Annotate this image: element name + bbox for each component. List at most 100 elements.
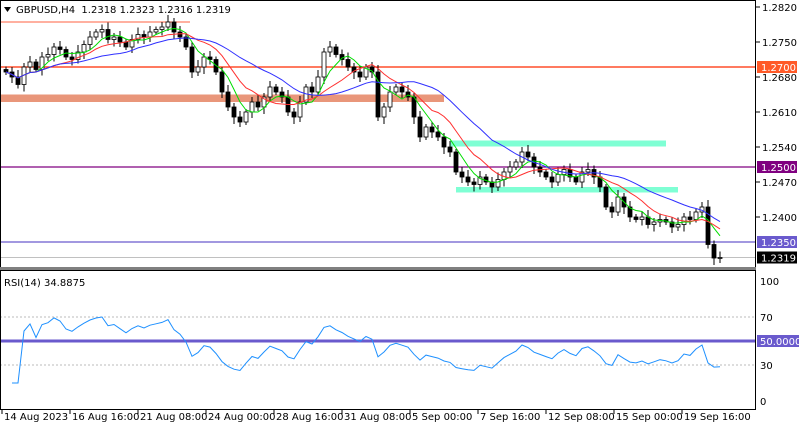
bull-candle — [45, 54, 51, 58]
bear-candle — [57, 46, 63, 50]
bear-candle — [171, 21, 177, 33]
time-tick-label: 24 Aug 00:00 — [208, 412, 275, 423]
bear-candle — [225, 91, 231, 108]
price-tick-label: 1.2470 — [762, 178, 797, 189]
bear-candle — [633, 216, 639, 220]
bull-candle — [675, 224, 681, 228]
dropdown-triangle-icon[interactable] — [4, 7, 11, 12]
time-tick-label: 19 Sep 16:00 — [684, 412, 751, 423]
bull-candle — [555, 174, 561, 183]
bull-candle — [93, 31, 99, 38]
support-resistance-zone-2 — [456, 187, 678, 193]
price-tick-label: 1.2680 — [762, 73, 797, 84]
bear-candle — [441, 136, 447, 148]
bear-candle — [603, 186, 609, 208]
bull-candle — [81, 44, 87, 53]
bull-candle — [153, 29, 159, 33]
bull-candle — [495, 179, 501, 188]
time-tick-label: 5 Sep 00:00 — [412, 412, 472, 423]
chart-canvas[interactable]: 1.2820 1.2750 1.2680 1.2610 1.2540 1.2470 1.24… — [0, 0, 800, 426]
moving-average-5 — [5, 27, 721, 237]
bear-candle — [255, 101, 261, 108]
price-tick-label: 1.2540 — [762, 143, 797, 154]
bull-candle — [267, 86, 273, 98]
bull-candle — [315, 76, 321, 93]
time-tick-label: 16 Aug 16:00 — [72, 412, 139, 423]
bear-candle — [141, 34, 147, 38]
bull-candle — [585, 169, 591, 173]
time-tick-label: 15 Sep 00:00 — [616, 412, 683, 423]
bear-candle — [117, 36, 123, 43]
bear-candle — [309, 86, 315, 93]
bull-candle — [381, 106, 387, 118]
bear-candle — [459, 171, 465, 178]
bear-candle — [33, 61, 39, 70]
bull-candle — [51, 46, 57, 55]
bear-candle — [429, 126, 435, 133]
bull-candle — [27, 61, 33, 68]
bear-candle — [549, 176, 555, 183]
rsi-level-label: 50.0000 — [760, 337, 800, 348]
bear-candle — [525, 151, 531, 158]
bull-candle — [387, 91, 393, 108]
time-tick-label: 28 Aug 16:00 — [276, 412, 343, 423]
bear-candle — [357, 71, 363, 78]
time-tick-label: 31 Aug 08:00 — [344, 412, 411, 423]
bull-candle — [201, 56, 207, 68]
rsi-line — [12, 316, 721, 384]
bear-candle — [291, 111, 297, 118]
bear-candle — [687, 216, 693, 220]
trading-chart-window: 1.2820 1.2750 1.2680 1.2610 1.2540 1.2470 1.24… — [0, 0, 800, 426]
bull-candle — [243, 111, 249, 123]
bear-candle — [177, 31, 183, 38]
bull-candle — [321, 51, 327, 78]
bull-candle — [639, 216, 645, 220]
bear-candle — [231, 106, 237, 118]
price-tick-label: 1.2750 — [762, 38, 797, 49]
time-tick-label: 21 Aug 08:00 — [140, 412, 207, 423]
rsi-tick-label: 0 — [760, 397, 766, 408]
bear-candle — [399, 86, 405, 93]
bear-candle — [609, 206, 615, 213]
support-resistance-zone-1 — [450, 140, 666, 147]
price-tick-label: 1.2610 — [762, 108, 797, 119]
time-tick-label: 12 Sep 08:00 — [548, 412, 615, 423]
moving-average-20 — [5, 37, 721, 223]
bear-candle — [333, 46, 339, 55]
price-tick-label: 1.2400 — [762, 213, 797, 224]
rsi-tick-label: 100 — [760, 277, 779, 288]
bull-candle — [249, 101, 255, 113]
bear-candle — [237, 116, 243, 123]
bull-candle — [507, 166, 513, 173]
bear-candle — [573, 176, 579, 183]
bear-candle — [465, 176, 471, 183]
bear-candle — [471, 181, 477, 185]
current-price-label: 1.2319 — [761, 254, 796, 265]
bull-candle — [111, 36, 117, 40]
bear-candle — [435, 131, 441, 138]
bear-candle — [69, 56, 75, 60]
rsi-tick-label: 30 — [760, 361, 773, 372]
price-tick-label: 1.2820 — [762, 3, 797, 14]
pane-splitter[interactable] — [0, 267, 756, 270]
bull-candle — [717, 257, 723, 259]
bull-candle — [195, 66, 201, 73]
bear-candle — [273, 86, 279, 93]
moving-average-10 — [5, 33, 721, 230]
rsi-label: RSI(14) 34.8875 — [4, 278, 85, 289]
price-label-1.2350: 1.2350 — [761, 238, 796, 249]
bear-candle — [123, 41, 129, 48]
bear-candle — [447, 146, 453, 153]
bull-candle — [693, 211, 699, 220]
bull-candle — [165, 21, 171, 28]
bull-candle — [159, 26, 165, 30]
bear-candle — [3, 69, 9, 73]
bear-candle — [219, 71, 225, 93]
chart-title: GBPUSD,H4 1.2318 1.2323 1.2316 1.2319 — [16, 5, 231, 16]
bear-candle — [105, 29, 111, 40]
bear-candle — [345, 59, 351, 68]
bull-candle — [423, 126, 429, 138]
bear-candle — [543, 171, 549, 178]
bear-candle — [189, 46, 195, 73]
bull-candle — [327, 46, 333, 53]
